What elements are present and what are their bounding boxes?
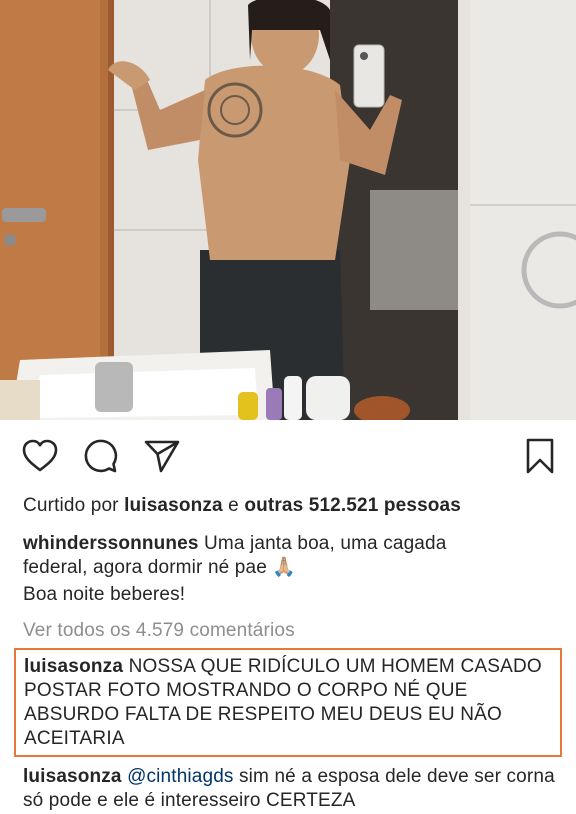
caption-text-3: Boa noite beberes! <box>23 584 186 605</box>
caption-text-1: Uma janta boa, uma cagada <box>203 533 447 554</box>
highlighted-comment: luisasonza NOSSA QUE RIDÍCULO UM HOMEM C… <box>14 648 562 757</box>
liked-prefix: Curtido por <box>23 495 119 516</box>
bookmark-icon <box>526 438 554 474</box>
paper-plane-icon <box>144 440 180 473</box>
caption-username[interactable]: whinderssonnunes <box>23 533 199 554</box>
caption-text-2: federal, agora dormir né pae <box>23 557 267 578</box>
post-action-bar <box>0 430 576 482</box>
comment: luisasonza @cinthiagds sim né a esposa d… <box>23 765 563 813</box>
post-caption: whinderssonnunes Uma janta boa, uma caga… <box>23 532 563 580</box>
post-photo[interactable] <box>0 0 576 420</box>
heart-icon <box>22 439 58 472</box>
view-all-comments-link[interactable]: Ver todos os 4.579 comentários <box>23 619 563 643</box>
comment-button[interactable] <box>80 436 120 476</box>
share-button[interactable] <box>142 436 182 476</box>
save-button[interactable] <box>520 436 560 476</box>
liked-username[interactable]: luisasonza <box>124 495 223 516</box>
comment-username[interactable]: luisasonza <box>23 766 122 787</box>
praying-hands-emoji: 🙏🏼 <box>272 557 297 578</box>
likes-summary: Curtido por luisasonza e outras 512.521 … <box>23 494 563 518</box>
comment-username[interactable]: luisasonza <box>24 656 123 677</box>
mirror-selfie-image <box>0 0 576 420</box>
like-button[interactable] <box>20 436 60 476</box>
liked-others-link[interactable]: outras 512.521 pessoas <box>244 495 461 516</box>
mention-link[interactable]: @cinthiagds <box>127 766 234 787</box>
liked-connector: e <box>228 495 239 516</box>
comment-bubble-icon <box>84 439 118 473</box>
